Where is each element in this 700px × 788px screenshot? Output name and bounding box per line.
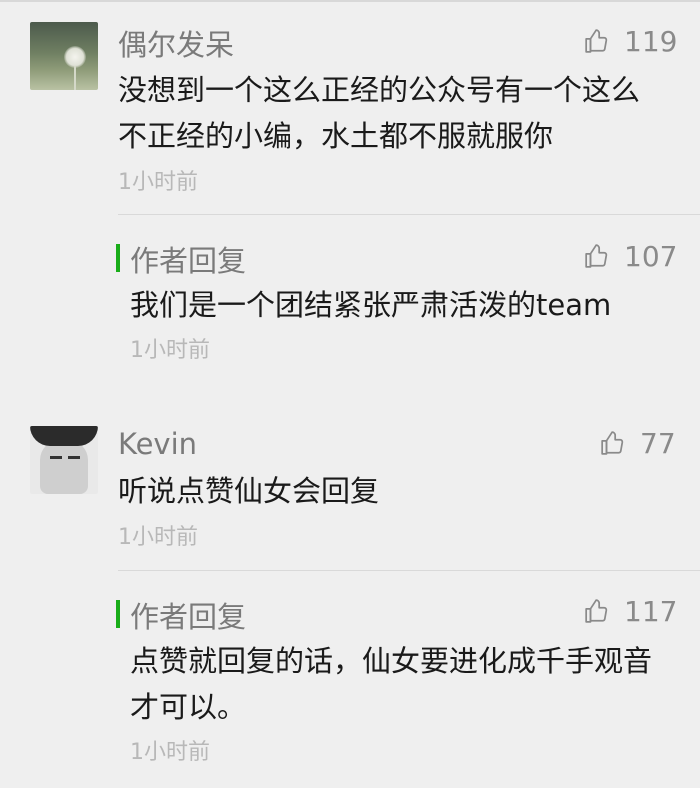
comment-author: Kevin (118, 427, 198, 461)
like-count: 119 (624, 24, 678, 58)
comment-text: 听说点赞仙女会回复 (118, 474, 380, 508)
comment-author: 偶尔发呆 (118, 28, 235, 62)
reply-time: 1小时前 (130, 338, 210, 363)
top-divider (0, 0, 700, 2)
thumbs-up-icon (585, 599, 608, 623)
avatar[interactable] (30, 426, 98, 494)
comment-time: 1小时前 (118, 170, 198, 195)
thumbs-up-icon (585, 29, 608, 53)
like-button[interactable]: 117 (584, 591, 677, 631)
divider (118, 214, 700, 215)
like-button[interactable]: 119 (584, 21, 677, 61)
reply-indicator-bar (116, 244, 120, 272)
reply-text: 点赞就回复的话，仙女要进化成千手观音才可以。 (130, 644, 653, 724)
comment-text: 没想到一个这么正经的公众号有一个这么不正经的小编，水土都不服就服你 (118, 73, 641, 153)
like-count: 107 (624, 239, 678, 273)
comment-time: 1小时前 (118, 525, 198, 550)
like-count: 117 (624, 594, 678, 628)
like-count: 77 (640, 426, 676, 460)
thumbs-up-icon (601, 431, 624, 455)
reply-indicator-bar (116, 600, 120, 628)
like-button[interactable]: 77 (600, 423, 676, 463)
reply-label: 作者回复 (116, 594, 246, 636)
like-button[interactable]: 107 (584, 236, 677, 276)
reply-text: 我们是一个团结紧张严肃活泼的team (130, 288, 612, 322)
reply-time: 1小时前 (130, 740, 210, 765)
thumbs-up-icon (585, 244, 608, 268)
avatar[interactable] (30, 22, 98, 90)
avatar-photo (64, 46, 86, 68)
divider (118, 570, 700, 571)
reply-label: 作者回复 (116, 238, 246, 280)
